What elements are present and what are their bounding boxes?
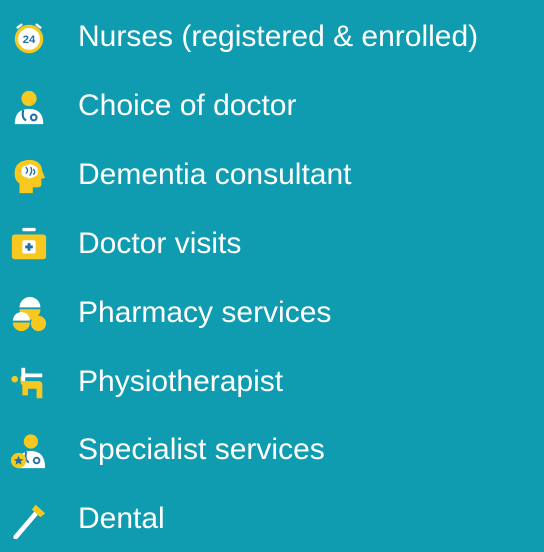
clock-24-icon: 24 — [10, 19, 48, 57]
list-item: 24 Nurses (registered & enrolled) — [0, 8, 544, 68]
brain-head-icon — [10, 157, 48, 195]
service-label: Physiotherapist — [78, 365, 284, 398]
list-item: Specialist services — [0, 421, 544, 481]
service-label: Specialist services — [78, 433, 325, 466]
service-label: Nurses (registered & enrolled) — [78, 20, 479, 53]
pills-icon — [10, 295, 48, 333]
list-item: Pharmacy services — [0, 284, 544, 344]
list-item: Choice of doctor — [0, 77, 544, 137]
service-label: Choice of doctor — [78, 89, 297, 122]
toothbrush-icon — [10, 501, 48, 539]
specialist-icon — [10, 432, 48, 470]
list-item: Doctor visits — [0, 215, 544, 275]
service-label: Doctor visits — [78, 227, 242, 260]
list-item: Dental — [0, 490, 544, 550]
service-label: Pharmacy services — [78, 296, 332, 329]
doctor-icon — [10, 88, 48, 126]
service-label: Dementia consultant — [78, 158, 352, 191]
medical-kit-icon — [10, 226, 48, 264]
list-item: Dementia consultant — [0, 146, 544, 206]
services-list: 24 Nurses (registered & enrolled) Choice… — [0, 0, 544, 552]
physiotherapy-icon — [10, 364, 48, 402]
svg-text:24: 24 — [23, 34, 36, 46]
list-item: Physiotherapist — [0, 353, 544, 413]
service-label: Dental — [78, 502, 165, 535]
